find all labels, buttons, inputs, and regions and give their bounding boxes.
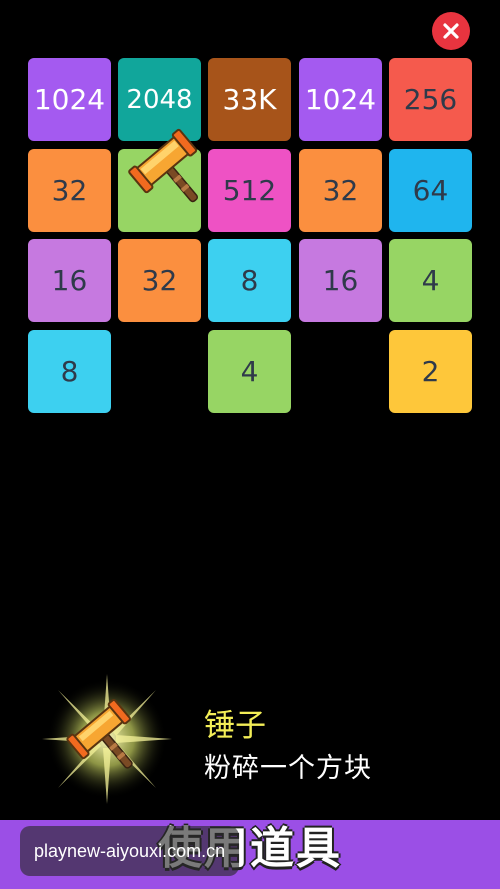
- tile[interactable]: 33K: [208, 58, 291, 141]
- tile-value: 16: [322, 264, 359, 297]
- close-button[interactable]: [432, 12, 470, 50]
- tile-value: 64: [412, 174, 449, 207]
- tile-value: 4: [421, 264, 440, 297]
- hammer-icon: [128, 128, 199, 203]
- tile[interactable]: 16: [299, 239, 382, 322]
- tile[interactable]: 256: [389, 58, 472, 141]
- hammer-tool-icon: [42, 674, 172, 804]
- close-icon: [443, 23, 459, 39]
- tile-value: 4: [240, 355, 259, 388]
- tile[interactable]: 4: [389, 239, 472, 322]
- tile-value: 33K: [222, 83, 277, 116]
- tile[interactable]: 16: [28, 239, 111, 322]
- tile[interactable]: 1024: [299, 58, 382, 141]
- tool-name: 锤子: [204, 708, 266, 744]
- tile-value: 8: [240, 264, 259, 297]
- watermark-text: playnew-aiyouxi.com.cn: [34, 840, 226, 861]
- tile[interactable]: 32: [299, 149, 382, 232]
- tile-value: 256: [403, 83, 458, 116]
- tile-value: 2: [421, 355, 440, 388]
- tile-value: 2048: [126, 84, 193, 115]
- tile[interactable]: 64: [389, 149, 472, 232]
- tile[interactable]: 32: [28, 149, 111, 232]
- tool-description: 粉碎一个方块: [204, 753, 372, 784]
- tile-value: 32: [51, 174, 88, 207]
- tile[interactable]: 32: [118, 239, 201, 322]
- tile-value: 8: [60, 355, 79, 388]
- tile-value: 1024: [33, 83, 106, 116]
- tile[interactable]: 8: [208, 239, 291, 322]
- tile-value: 32: [322, 174, 359, 207]
- game-board: 1024 2048 33K 1024 256 32 512 32 64 16 3…: [28, 58, 474, 418]
- tile-value: 16: [51, 264, 88, 297]
- watermark: playnew-aiyouxi.com.cn: [20, 826, 240, 876]
- tile[interactable]: 4: [208, 330, 291, 413]
- tile[interactable]: 8: [28, 330, 111, 413]
- tile[interactable]: 512: [208, 149, 291, 232]
- tile[interactable]: 2: [389, 330, 472, 413]
- tile[interactable]: 1024: [28, 58, 111, 141]
- tile-value: 32: [141, 264, 178, 297]
- tile-value: 1024: [304, 83, 377, 116]
- tile-value: 512: [222, 174, 277, 207]
